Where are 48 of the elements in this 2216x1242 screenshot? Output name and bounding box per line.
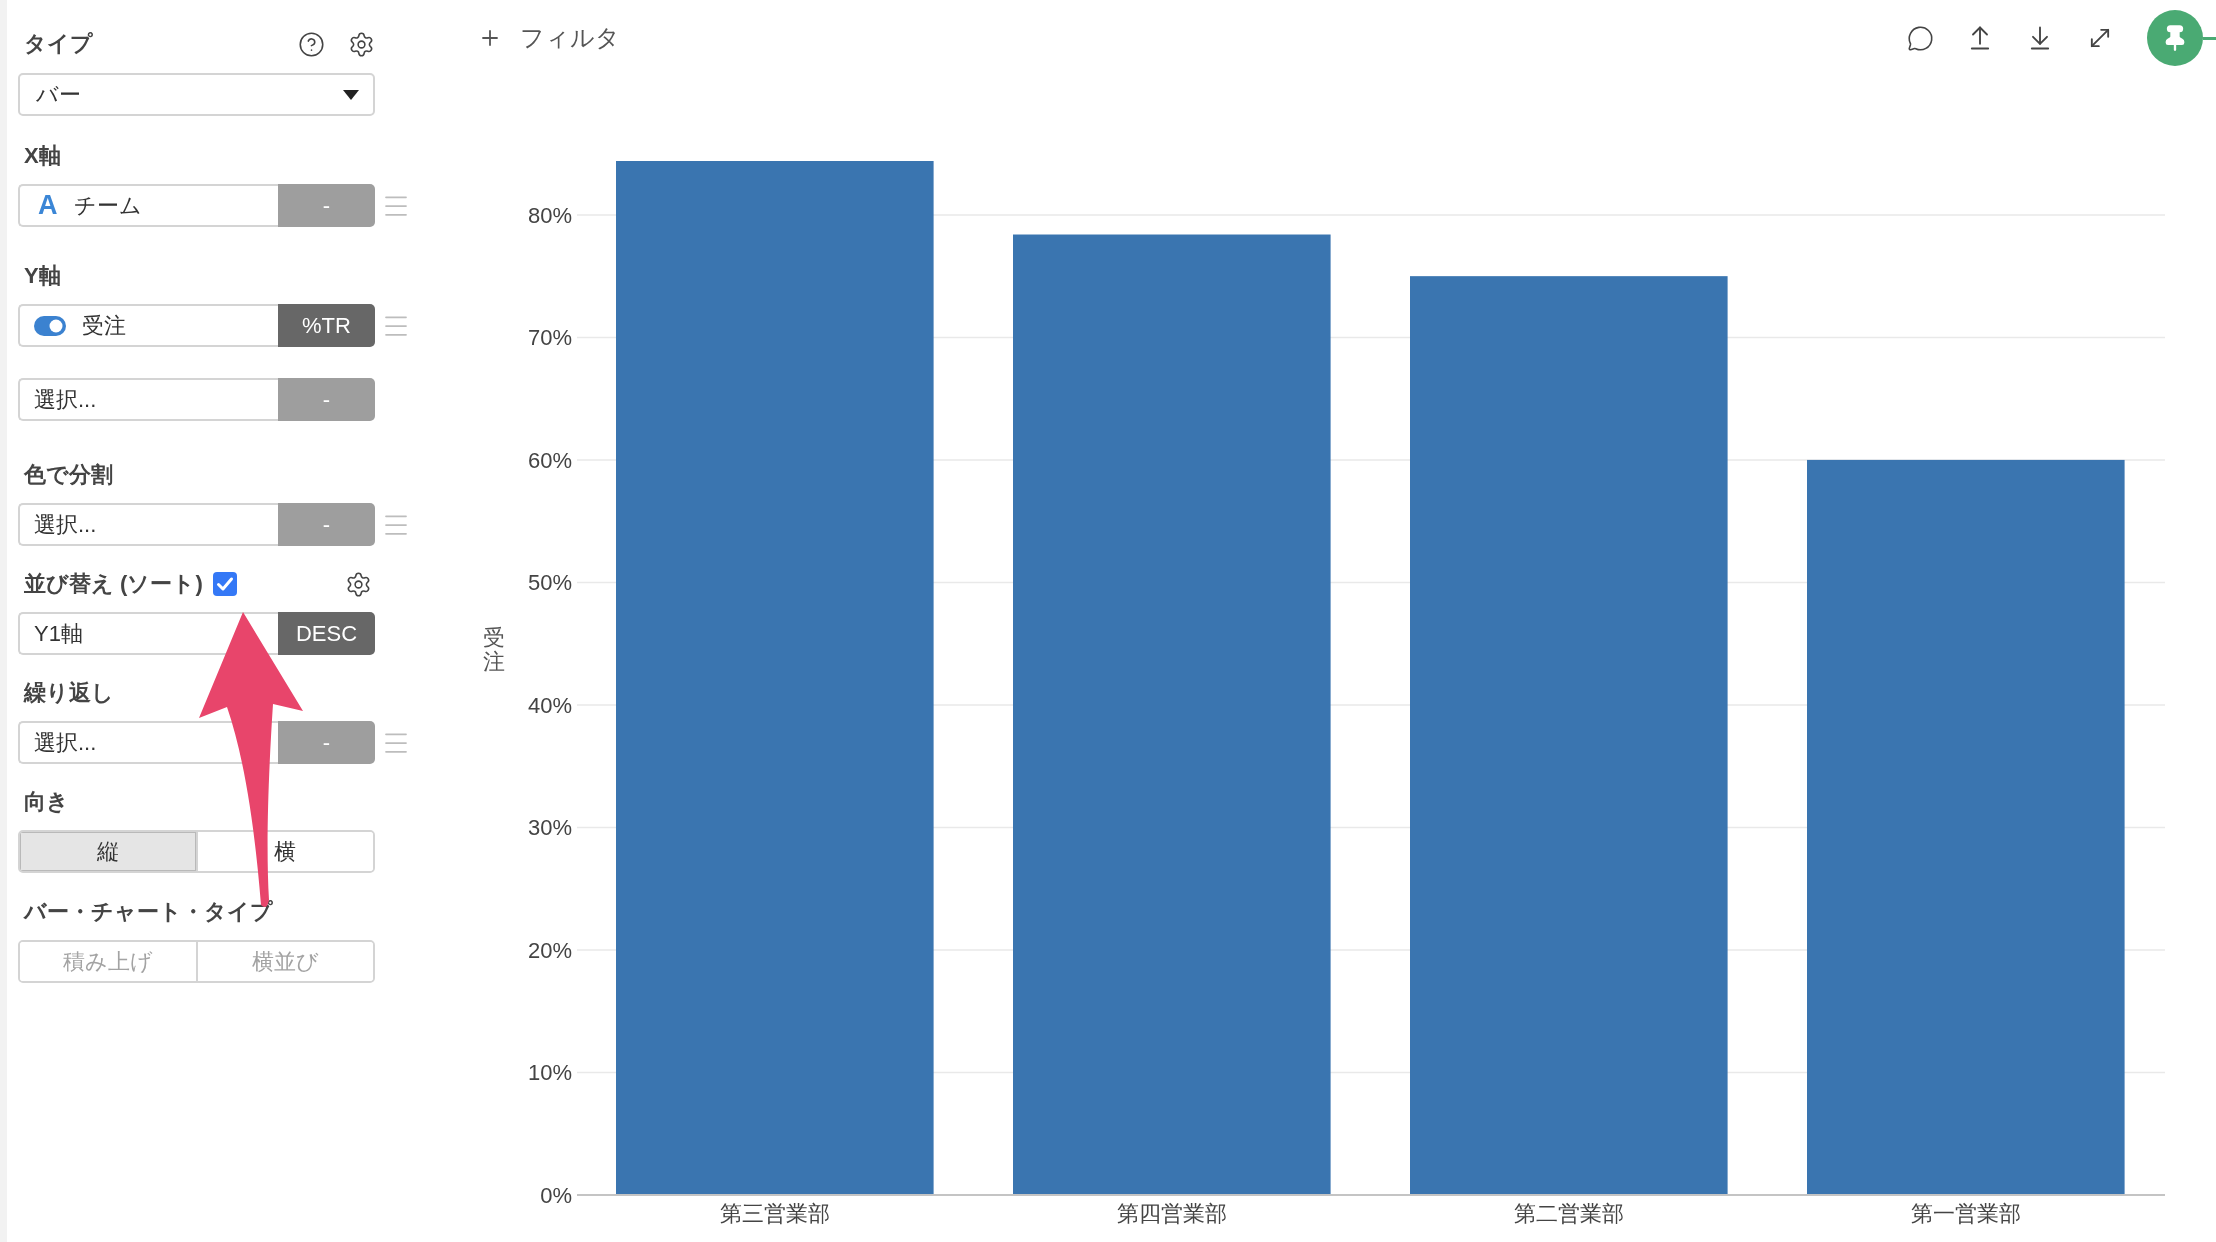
option-button[interactable]: %TR [278, 304, 375, 347]
toggle-icon[interactable] [34, 315, 66, 336]
field-value: Y1軸 [34, 619, 83, 648]
option-button[interactable]: DESC [278, 612, 375, 655]
segment-option[interactable]: 横 [195, 832, 373, 871]
field-select[interactable]: A チーム [18, 184, 278, 227]
filter-button[interactable]: フィルタ [476, 20, 622, 56]
section-label: 並び替え (ソート) [23, 570, 203, 598]
axis-category-label: 第三営業部 [719, 1201, 830, 1226]
field-select[interactable]: 選択... [18, 503, 278, 546]
axis-category-label: 第二営業部 [1513, 1201, 1624, 1226]
axis-category-label: 第一営業部 [1910, 1201, 2021, 1226]
axis-title: 受注 [483, 625, 505, 675]
field-select[interactable]: 受注 [18, 304, 278, 347]
help-icon[interactable] [298, 30, 325, 58]
axis-tick-label: 30% [527, 815, 572, 841]
section-label: 繰り返し [22, 679, 114, 707]
axis-tick-label: 80% [527, 202, 572, 228]
axis-tick-label: 70% [527, 325, 572, 351]
field-select[interactable]: 選択... [18, 378, 278, 421]
field-placeholder: 選択... [34, 510, 97, 539]
section-label: X軸 [23, 142, 61, 170]
comment-icon [1907, 24, 1934, 52]
field-placeholder: 選択... [34, 385, 97, 414]
chart-type-dropdown[interactable]: バー [18, 73, 375, 116]
caret-icon [343, 89, 359, 100]
section-label: 向き [23, 788, 69, 816]
field-value: チーム [73, 191, 142, 220]
section-label: 色で分割 [23, 461, 113, 489]
section-label: Y軸 [23, 262, 61, 290]
checkbox[interactable] [212, 572, 237, 596]
segment-option[interactable]: 縦 [20, 832, 196, 871]
settings-icon[interactable] [345, 570, 372, 598]
axis-tick-label: 10% [527, 1060, 572, 1086]
field-value: 受注 [82, 311, 126, 340]
axis-tick-label: 50% [527, 570, 572, 596]
section-label: タイプ [23, 30, 93, 58]
axis-tick-label: 40% [527, 692, 572, 718]
section-label: バー・チャート・タイプ [22, 898, 273, 926]
axis-tick-label: 20% [527, 938, 572, 963]
settings-icon[interactable] [348, 30, 375, 58]
axis-tick-label: 60% [527, 447, 572, 473]
axis-tick-label: 0% [540, 1183, 572, 1208]
field-type-glyph: A [37, 192, 58, 219]
field-select[interactable]: Y1軸 [18, 612, 278, 655]
pin-button[interactable] [2147, 10, 2203, 66]
field-placeholder: 選択... [34, 728, 97, 757]
axis-category-label: 第四営業部 [1116, 1201, 1227, 1226]
